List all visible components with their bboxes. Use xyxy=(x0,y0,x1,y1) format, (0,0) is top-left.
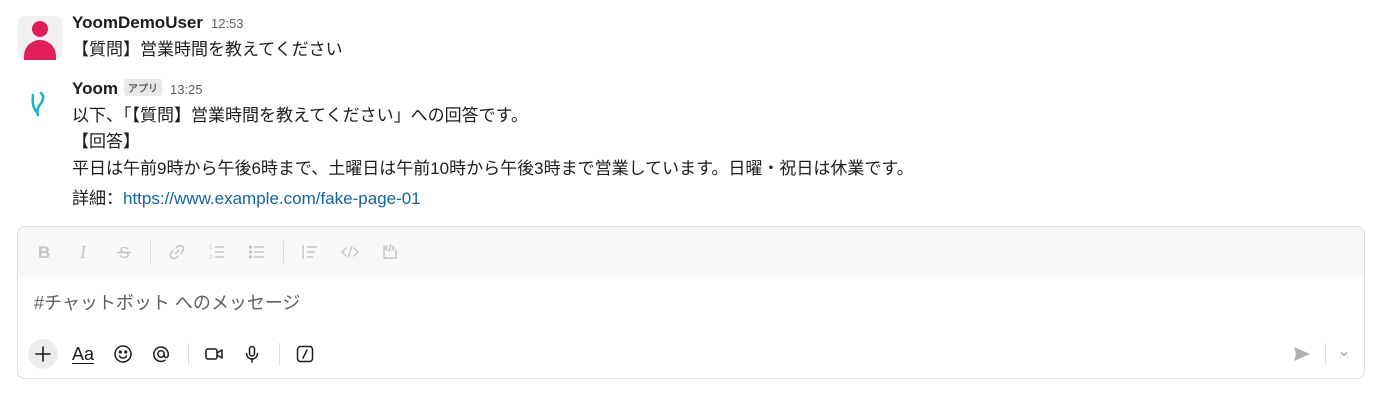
svg-text:2: 2 xyxy=(209,255,213,261)
emoji-icon[interactable] xyxy=(108,339,138,369)
ordered-list-icon[interactable]: 12 xyxy=(203,238,231,266)
formatting-aa-label: Aa xyxy=(71,343,95,364)
message-text: 【質問】営業時間を教えてください xyxy=(72,40,343,59)
svg-text:B: B xyxy=(38,243,50,262)
video-icon[interactable] xyxy=(199,339,229,369)
message-composer[interactable]: B I S 12 #チャットボット へのメッセージ Aa xyxy=(17,226,1365,379)
toolbar-divider xyxy=(188,343,189,365)
avatar-body-shape xyxy=(24,40,56,60)
composer-actions-bar: Aa xyxy=(28,337,1354,371)
microphone-icon[interactable] xyxy=(237,339,267,369)
author-name[interactable]: Yoom xyxy=(72,79,118,99)
toolbar-divider xyxy=(283,241,284,263)
svg-text:1: 1 xyxy=(209,245,213,251)
message-header: YoomDemoUser 12:53 xyxy=(72,13,244,33)
author-name[interactable]: YoomDemoUser xyxy=(72,13,203,33)
message-timestamp[interactable]: 13:25 xyxy=(170,82,203,97)
formatting-aa-icon[interactable]: Aa xyxy=(66,339,100,369)
svg-text:S: S xyxy=(119,245,130,262)
bold-icon[interactable]: B xyxy=(30,238,58,266)
message-header: Yoom アプリ 13:25 xyxy=(72,79,203,99)
message-line-3: 平日は午前9時から午後6時まで、土曜日は午前10時から午後3時まで営業しています… xyxy=(72,159,914,178)
link-icon[interactable] xyxy=(163,238,191,266)
svg-text:I: I xyxy=(79,242,87,262)
toolbar-divider xyxy=(150,241,151,263)
strikethrough-icon[interactable]: S xyxy=(110,238,138,266)
message-timestamp[interactable]: 12:53 xyxy=(211,16,244,31)
message-line-4: 詳細：https://www.example.com/fake-page-01 xyxy=(72,186,421,212)
italic-icon[interactable]: I xyxy=(70,238,98,266)
plus-icon[interactable] xyxy=(28,339,58,369)
code-block-icon[interactable] xyxy=(376,238,404,266)
app-badge: アプリ xyxy=(123,79,162,96)
toolbar-divider xyxy=(1325,343,1326,365)
yoom-logo-icon xyxy=(31,91,45,117)
shortcuts-slash-icon[interactable] xyxy=(290,339,320,369)
avatar-head-shape xyxy=(32,21,48,37)
detail-label: 詳細： xyxy=(72,189,123,208)
mention-icon[interactable] xyxy=(146,339,176,369)
user-avatar[interactable] xyxy=(18,16,62,60)
send-icon[interactable] xyxy=(1287,339,1317,369)
code-icon[interactable] xyxy=(336,238,364,266)
formatting-toolbar: B I S 12 xyxy=(18,227,1364,277)
blockquote-icon[interactable] xyxy=(296,238,324,266)
message-line-1: 以下、「【質問】営業時間を教えてください」への回答です。 xyxy=(72,106,528,125)
message-line-2: 【回答】 xyxy=(72,132,140,151)
chevron-down-icon[interactable] xyxy=(1334,339,1354,369)
bulleted-list-icon[interactable] xyxy=(243,238,271,266)
message-input[interactable]: #チャットボット へのメッセージ xyxy=(34,289,300,315)
detail-link[interactable]: https://www.example.com/fake-page-01 xyxy=(123,189,421,208)
app-avatar[interactable] xyxy=(18,82,62,126)
toolbar-divider xyxy=(279,343,280,365)
